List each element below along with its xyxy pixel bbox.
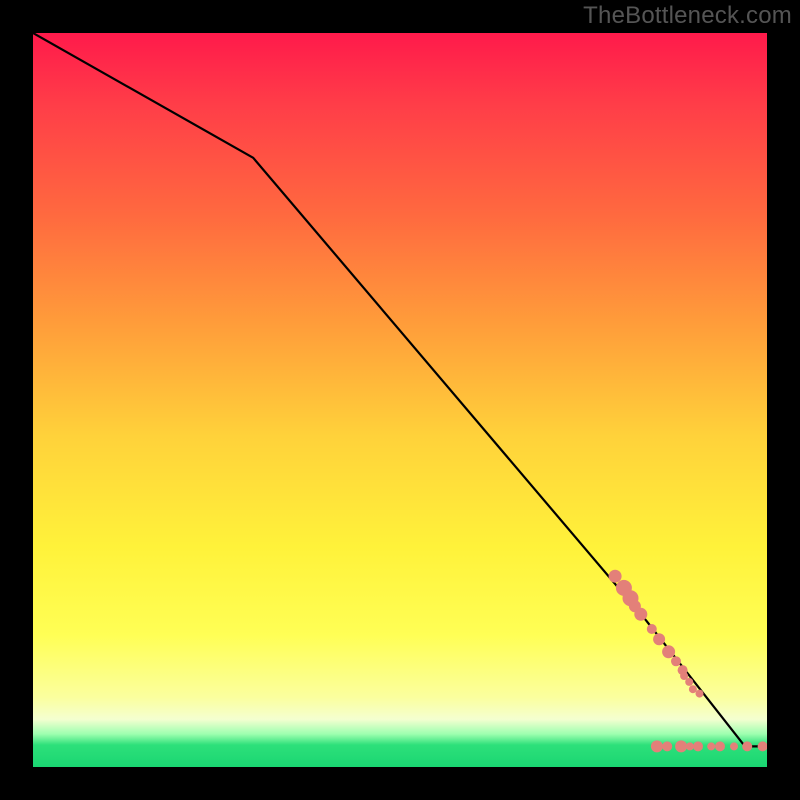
watermark-text: TheBottleneck.com — [583, 2, 792, 30]
data-point — [634, 608, 647, 621]
data-point — [693, 741, 703, 751]
data-point — [707, 742, 715, 750]
data-point — [671, 656, 681, 666]
data-point — [647, 624, 657, 634]
data-point — [689, 685, 697, 693]
data-point — [662, 645, 675, 658]
data-point — [686, 742, 694, 750]
data-point — [662, 741, 672, 751]
plot-overlay — [33, 33, 767, 767]
data-point — [715, 741, 725, 751]
data-point — [742, 741, 752, 751]
data-point — [609, 570, 622, 583]
plot-area — [33, 33, 767, 767]
chart-frame: TheBottleneck.com — [0, 0, 800, 800]
data-points — [609, 570, 767, 753]
data-point — [651, 740, 663, 752]
data-point — [730, 742, 738, 750]
data-point — [685, 678, 693, 686]
data-point — [675, 740, 687, 752]
data-point — [653, 633, 665, 645]
data-point — [758, 741, 767, 751]
data-point — [696, 690, 704, 698]
